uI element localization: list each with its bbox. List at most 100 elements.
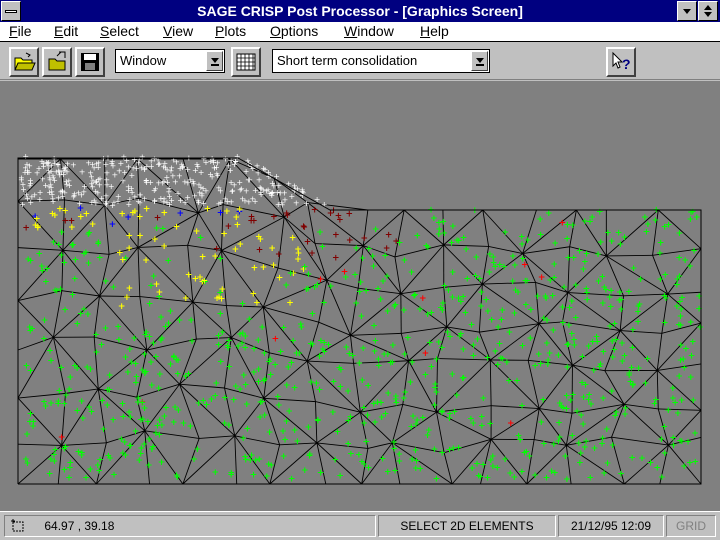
node-marker[interactable]: +: [275, 401, 283, 411]
node-marker[interactable]: +: [377, 295, 385, 305]
node-marker[interactable]: +: [281, 436, 289, 446]
node-marker[interactable]: +: [675, 321, 683, 331]
node-marker[interactable]: +: [594, 250, 602, 260]
node-marker[interactable]: +: [629, 343, 637, 353]
node-marker[interactable]: +: [472, 272, 480, 282]
node-marker[interactable]: +: [598, 439, 606, 449]
node-marker[interactable]: +: [580, 265, 588, 275]
node-marker[interactable]: +: [347, 413, 355, 423]
node-marker[interactable]: +: [587, 473, 595, 483]
node-marker[interactable]: +: [305, 423, 313, 433]
node-marker[interactable]: +: [174, 370, 182, 380]
node-marker[interactable]: +: [285, 363, 293, 373]
node-marker[interactable]: +: [486, 250, 494, 260]
node-marker[interactable]: +: [238, 339, 246, 349]
node-marker[interactable]: +: [531, 471, 539, 481]
node-marker[interactable]: +: [509, 252, 517, 262]
node-marker[interactable]: +: [543, 339, 551, 349]
node-marker[interactable]: +: [660, 423, 668, 433]
node-marker[interactable]: +: [695, 305, 703, 315]
node-marker[interactable]: +: [42, 278, 50, 288]
node-marker[interactable]: +: [143, 205, 151, 215]
node-marker[interactable]: +: [173, 222, 181, 232]
node-marker[interactable]: +: [35, 249, 43, 259]
node-marker[interactable]: +: [223, 207, 231, 217]
node-marker[interactable]: +: [535, 350, 543, 360]
node-marker[interactable]: +: [661, 292, 669, 302]
node-marker[interactable]: +: [167, 307, 175, 317]
node-marker[interactable]: +: [630, 264, 638, 274]
node-marker[interactable]: +: [110, 283, 118, 293]
node-marker[interactable]: +: [126, 284, 134, 294]
node-marker[interactable]: +: [573, 407, 581, 417]
node-marker[interactable]: +: [628, 454, 636, 464]
node-marker[interactable]: +: [571, 341, 579, 351]
node-marker[interactable]: +: [501, 455, 509, 465]
node-marker[interactable]: +: [381, 252, 389, 262]
node-marker[interactable]: +: [391, 466, 399, 476]
node-marker[interactable]: +: [359, 254, 367, 264]
node-marker[interactable]: +: [171, 403, 179, 413]
node-marker[interactable]: +: [77, 212, 85, 222]
node-marker[interactable]: +: [137, 449, 145, 459]
node-marker[interactable]: +: [413, 416, 421, 426]
node-marker[interactable]: +: [559, 303, 567, 313]
node-marker[interactable]: +: [539, 395, 547, 405]
node-marker[interactable]: +: [220, 230, 228, 240]
node-marker[interactable]: +: [62, 391, 70, 401]
node-marker[interactable]: +: [556, 433, 564, 443]
node-marker[interactable]: +: [582, 380, 590, 390]
node-marker[interactable]: +: [637, 275, 645, 285]
node-marker[interactable]: +: [24, 255, 32, 265]
node-marker[interactable]: +: [95, 238, 103, 248]
node-marker[interactable]: +: [428, 309, 436, 319]
node-marker[interactable]: +: [477, 472, 485, 482]
node-marker[interactable]: +: [337, 366, 345, 376]
node-marker[interactable]: +: [652, 206, 660, 216]
node-marker[interactable]: +: [260, 263, 268, 273]
node-marker[interactable]: +: [61, 305, 69, 315]
node-marker[interactable]: +: [448, 239, 456, 249]
node-marker[interactable]: +: [593, 337, 601, 347]
node-marker[interactable]: +: [607, 302, 615, 312]
node-marker[interactable]: +: [365, 463, 373, 473]
node-marker[interactable]: +: [604, 459, 612, 469]
menu-options[interactable]: Options: [270, 23, 318, 39]
node-marker[interactable]: +: [471, 206, 479, 216]
node-marker[interactable]: +: [252, 456, 260, 466]
menu-plots[interactable]: Plots: [215, 23, 246, 39]
node-marker[interactable]: +: [563, 363, 571, 373]
node-marker[interactable]: +: [538, 273, 546, 283]
node-marker[interactable]: +: [519, 254, 527, 264]
node-marker[interactable]: +: [360, 234, 368, 244]
node-marker[interactable]: +: [52, 445, 60, 455]
node-marker[interactable]: +: [200, 276, 208, 286]
node-marker[interactable]: +: [246, 315, 254, 325]
node-marker[interactable]: +: [125, 244, 133, 254]
node-marker[interactable]: +: [359, 344, 367, 354]
node-marker[interactable]: +: [437, 303, 445, 313]
node-marker[interactable]: +: [224, 341, 232, 351]
node-marker[interactable]: +: [268, 244, 276, 254]
node-marker[interactable]: +: [424, 431, 432, 441]
node-marker[interactable]: +: [661, 270, 669, 280]
minimize-button[interactable]: [677, 1, 697, 21]
node-marker[interactable]: +: [488, 315, 496, 325]
node-marker[interactable]: +: [109, 220, 117, 230]
node-marker[interactable]: +: [132, 427, 140, 437]
node-marker[interactable]: +: [433, 388, 441, 398]
graphics-canvas[interactable]: + + + + + + + + + + + + + + + + + + + + + + + + + + + + + + + + + + + + + + + +…: [0, 81, 720, 511]
node-marker[interactable]: +: [158, 458, 166, 468]
node-marker[interactable]: +: [248, 212, 256, 222]
fe-mesh-plot[interactable]: + + + + + + + + + + + + + + + + + + + + + + + + + + + + + + + + + + + + + + + +…: [0, 81, 720, 511]
node-marker[interactable]: +: [61, 445, 69, 455]
node-marker[interactable]: +: [332, 254, 340, 264]
node-marker[interactable]: +: [602, 285, 610, 295]
menu-file[interactable]: File: [9, 23, 32, 39]
node-marker[interactable]: +: [58, 251, 66, 261]
node-marker[interactable]: +: [145, 461, 153, 471]
node-marker[interactable]: +: [275, 250, 283, 260]
node-marker[interactable]: +: [540, 440, 548, 450]
node-marker[interactable]: +: [84, 230, 92, 240]
node-marker[interactable]: +: [385, 230, 393, 240]
